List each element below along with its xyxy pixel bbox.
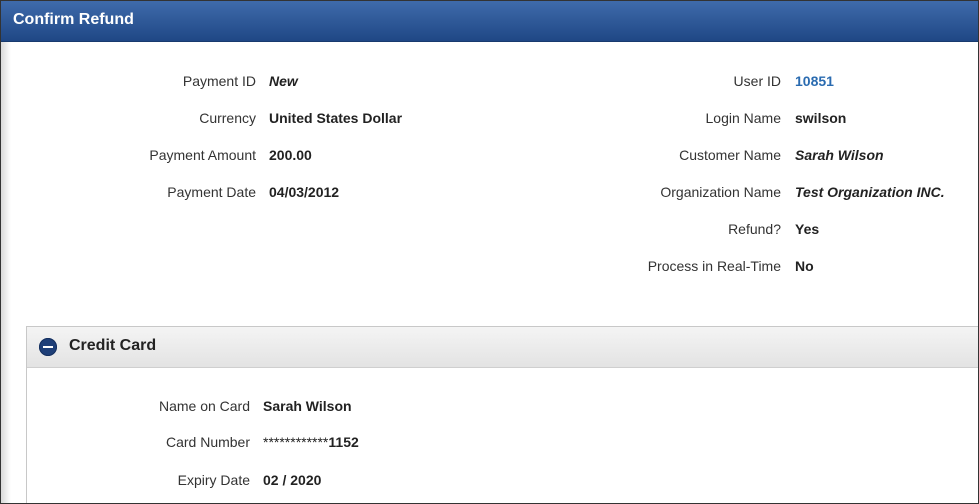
login-name-value: swilson <box>795 110 847 126</box>
card-number-value: ************1152 <box>263 434 359 450</box>
payment-date-value: 04/03/2012 <box>269 184 340 200</box>
refund-label: Refund? <box>728 221 781 237</box>
panel-shadow <box>1 42 11 503</box>
page-title: Confirm Refund <box>13 11 134 28</box>
expiry-date-value: 02 / 2020 <box>263 472 322 488</box>
refund-value: Yes <box>795 221 820 237</box>
credit-card-section-title: Credit Card <box>69 337 157 354</box>
customer-name-value: Sarah Wilson <box>795 147 884 163</box>
minus-circle-icon[interactable] <box>39 338 57 356</box>
currency-value: United States Dollar <box>269 110 403 126</box>
payment-date-label: Payment Date <box>167 184 256 200</box>
login-name-label: Login Name <box>705 110 782 126</box>
card-number-label: Card Number <box>165 434 250 450</box>
card-number-last4: 1152 <box>328 434 359 450</box>
credit-card-section: Credit Card <box>26 326 978 503</box>
currency-label: Currency <box>199 110 256 126</box>
process-realtime-value: No <box>795 258 814 274</box>
confirm-refund-panel: Confirm Refund Payment ID New Currency U… <box>0 0 979 504</box>
customer-name-label: Customer Name <box>679 147 781 163</box>
card-number-mask: ************ <box>263 434 329 450</box>
payment-id-label: Payment ID <box>182 73 256 89</box>
name-on-card-label: Name on Card <box>158 398 250 414</box>
user-id-link[interactable]: 10851 <box>795 73 834 89</box>
user-id-label: User ID <box>733 73 781 89</box>
process-realtime-label: Process in Real-Time <box>647 258 781 274</box>
title-bar: Confirm Refund <box>1 1 978 42</box>
payment-id-value: New <box>269 73 298 89</box>
name-on-card-value: Sarah Wilson <box>263 398 352 414</box>
organization-name-value: Test Organization INC. <box>795 184 945 200</box>
organization-name-label: Organization Name <box>660 184 781 200</box>
payment-amount-value: 200.00 <box>269 147 312 163</box>
expiry-date-label: Expiry Date <box>177 472 250 488</box>
credit-card-section-header[interactable]: Credit Card <box>27 327 978 368</box>
payment-amount-label: Payment Amount <box>149 147 256 163</box>
